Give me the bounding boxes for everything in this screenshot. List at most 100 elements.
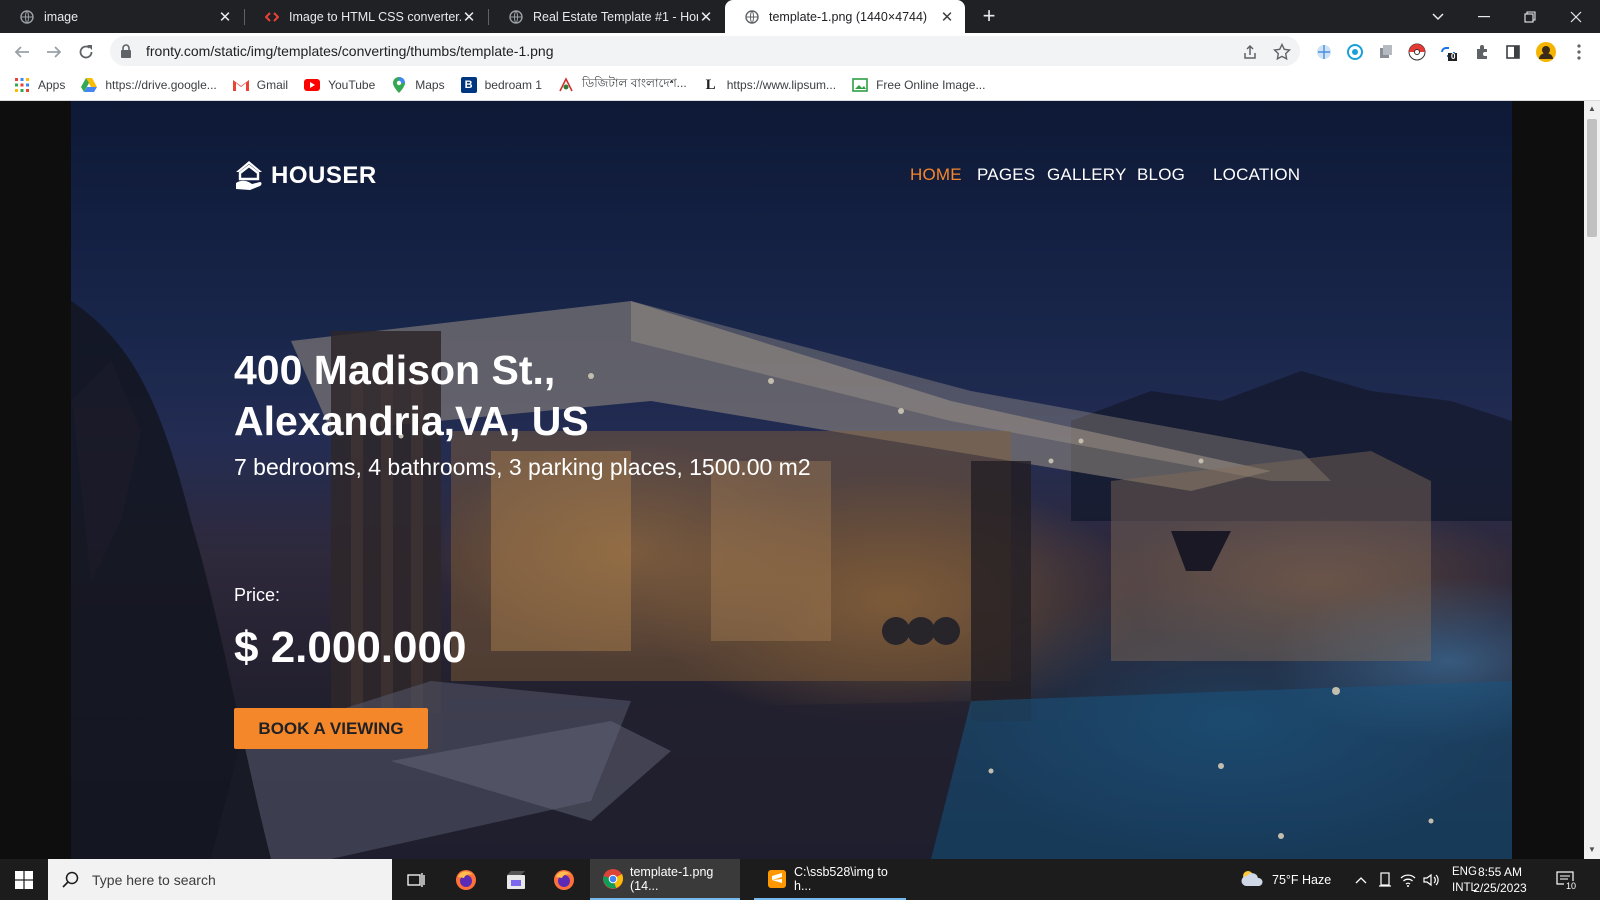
clock-time: 8:55 AM (1477, 865, 1523, 879)
bookmark-maps[interactable]: Maps (391, 77, 445, 93)
bookmark-label: https://www.lipsum... (726, 78, 837, 92)
bookmark-lipsum[interactable]: L https://www.lipsum... (703, 77, 836, 93)
nav-blog[interactable]: BLOG (1137, 165, 1185, 185)
tab-real-estate-template[interactable]: Real Estate Template #1 - Home ✕ (489, 0, 724, 33)
notification-center-icon[interactable]: 10 (1556, 859, 1579, 900)
bookmark-apps[interactable]: Apps (14, 77, 65, 93)
reload-icon[interactable] (72, 38, 100, 66)
apps-grid-icon (14, 77, 30, 93)
page-viewport: HOUSER HOME PAGES GALLERY BLOG LOCATION … (0, 101, 1584, 859)
taskbar-app-sublime[interactable]: C:\ssb528\img to h... (754, 859, 906, 900)
code-brackets-icon (265, 10, 279, 24)
weather-cloud-icon (1238, 868, 1266, 891)
tab-title: image (44, 9, 79, 24)
taskbar-app-label: template-1.png (14... (630, 864, 714, 893)
bookmark-label: bedroam 1 (484, 78, 542, 92)
hero-section: HOUSER HOME PAGES GALLERY BLOG LOCATION … (71, 101, 1512, 859)
tab-template-png[interactable]: template-1.png (1440×4744) ✕ (725, 0, 965, 33)
price-value: $ 2.000.000 (234, 623, 467, 672)
side-panel-icon[interactable] (1502, 41, 1524, 63)
windows-taskbar: Type here to search template-1.png (14..… (0, 859, 1600, 900)
google-drive-icon (81, 77, 98, 93)
system-clock[interactable]: 8:55 AM 2/25/2023 (1460, 864, 1540, 896)
scroll-up-arrow-icon[interactable]: ▲ (1588, 104, 1596, 113)
vertical-scrollbar[interactable]: ▲ ▼ (1584, 101, 1600, 859)
bookmark-youtube[interactable]: YouTube (304, 77, 375, 93)
tab-search-chevron-icon[interactable] (1416, 0, 1460, 33)
video-editor-icon[interactable] (492, 859, 540, 900)
extension-gem-icon[interactable] (1344, 41, 1366, 63)
windows-start-icon[interactable] (0, 859, 48, 900)
chrome-icon (602, 868, 624, 890)
globe-icon (745, 9, 759, 24)
notification-count: 10 (1564, 881, 1579, 891)
address-line-1: 400 Madison St., (234, 347, 556, 393)
close-tab-icon[interactable]: ✕ (461, 8, 477, 26)
device-icon[interactable] (1378, 859, 1392, 900)
nav-pages[interactable]: PAGES (977, 165, 1035, 185)
address-line-2: Alexandria,VA, US (234, 398, 589, 444)
globe-icon (509, 9, 523, 24)
firefox-icon[interactable] (540, 859, 588, 900)
extension-copy-icon[interactable] (1375, 41, 1397, 63)
bookmark-gmail[interactable]: Gmail (232, 77, 288, 93)
property-details: 7 bedrooms, 4 bathrooms, 3 parking place… (234, 454, 811, 480)
house-logo-icon (234, 159, 264, 193)
bookmark-label: YouTube (328, 78, 376, 92)
forward-arrow-icon[interactable] (40, 38, 68, 66)
restore-icon[interactable] (1508, 0, 1552, 33)
close-tab-icon[interactable]: ✕ (217, 8, 233, 26)
minimize-icon[interactable] (1462, 0, 1506, 33)
tab-image-to-html[interactable]: Image to HTML CSS converter. C ✕ (245, 0, 487, 33)
scrollbar-thumb[interactable] (1587, 119, 1597, 237)
more-menu-icon[interactable] (1568, 41, 1590, 63)
bookmark-label: Apps (38, 78, 66, 92)
extension-badge-count: 0 (1451, 52, 1456, 61)
address-bar[interactable]: fronty.com/static/img/templates/converti… (110, 36, 1300, 66)
bookmark-star-icon[interactable] (1272, 42, 1292, 62)
search-icon (62, 871, 80, 889)
extension-web-icon[interactable] (1313, 41, 1335, 63)
browser-toolbar: fronty.com/static/img/templates/converti… (0, 33, 1600, 70)
weather-text: 75°F Haze (1272, 872, 1332, 887)
logo-text: HOUSER (271, 162, 377, 189)
tab-title: Real Estate Template #1 - Home (533, 9, 698, 24)
tab-title: Image to HTML CSS converter. C (289, 9, 461, 24)
booking-icon: B (460, 77, 477, 93)
tab-image[interactable]: image ✕ (0, 0, 243, 33)
bookmark-bedroam[interactable]: B bedroam 1 (460, 77, 542, 93)
bookmark-drive[interactable]: https://drive.google... (81, 77, 217, 93)
tab-title: template-1.png (1440×4744) (769, 9, 928, 24)
extension-link-badge-icon[interactable]: 0 (1437, 41, 1459, 63)
bookmark-label: Maps (415, 78, 445, 92)
book-viewing-button[interactable]: BOOK A VIEWING (234, 708, 428, 749)
nav-home[interactable]: HOME (910, 165, 962, 185)
youtube-icon (304, 77, 321, 93)
close-tab-icon[interactable]: ✕ (698, 8, 714, 26)
bookmark-free-online-image[interactable]: Free Online Image... (852, 77, 985, 93)
extension-pokeball-icon[interactable] (1406, 41, 1428, 63)
scroll-down-arrow-icon[interactable]: ▼ (1588, 845, 1596, 854)
bookmark-digital-bangladesh[interactable]: ডিজিটাল বাংলাদেশ... (558, 75, 687, 95)
back-arrow-icon[interactable] (8, 38, 36, 66)
profile-avatar[interactable] (1535, 41, 1557, 63)
close-window-icon[interactable] (1554, 0, 1598, 33)
puzzle-extensions-icon[interactable] (1471, 41, 1493, 63)
sublime-text-icon (766, 868, 788, 890)
clock-date: 2/25/2023 (1473, 881, 1527, 895)
wifi-icon[interactable] (1400, 859, 1416, 900)
show-hidden-icons-chevron-icon[interactable] (1355, 859, 1367, 900)
firefox-icon[interactable] (442, 859, 490, 900)
taskbar-app-chrome[interactable]: template-1.png (14... (590, 859, 740, 900)
new-tab-button[interactable]: + (975, 2, 1003, 30)
task-view-icon[interactable] (392, 859, 440, 900)
nav-gallery[interactable]: GALLERY (1047, 165, 1127, 185)
weather-widget[interactable]: 75°F Haze (1238, 859, 1331, 900)
close-tab-icon[interactable]: ✕ (939, 8, 955, 26)
volume-icon[interactable] (1423, 859, 1439, 900)
taskbar-search-box[interactable]: Type here to search (48, 859, 392, 900)
site-logo[interactable]: HOUSER (234, 159, 377, 193)
image-icon (852, 77, 868, 93)
share-icon[interactable] (1240, 42, 1260, 62)
nav-location[interactable]: LOCATION (1213, 165, 1300, 185)
